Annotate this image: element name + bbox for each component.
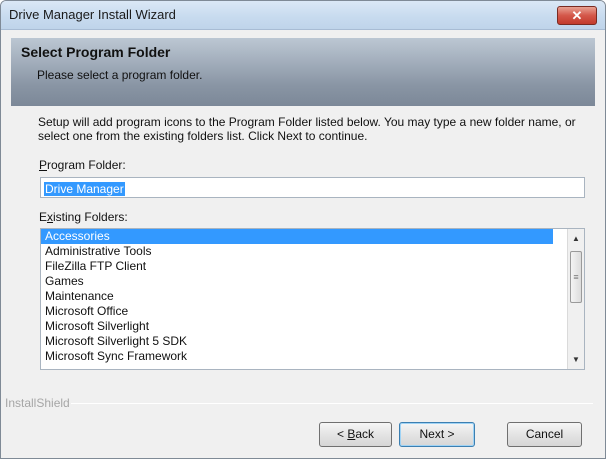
back-button[interactable]: < Back bbox=[319, 422, 392, 447]
existing-folders-label: Existing Folders: bbox=[39, 210, 128, 224]
list-item-administrative-tools[interactable]: Administrative Tools bbox=[41, 244, 553, 259]
installer-window: Drive Manager Install Wizard ✕ Select Pr… bbox=[0, 0, 606, 459]
wizard-header-banner: Select Program Folder Please select a pr… bbox=[11, 38, 595, 106]
instructions-text: Setup will add program icons to the Prog… bbox=[38, 115, 576, 143]
installshield-brand-line: InstallShield bbox=[1, 396, 605, 410]
list-item-microsoft-silverlight-5-sdk[interactable]: Microsoft Silverlight 5 SDK bbox=[41, 334, 553, 349]
close-icon: ✕ bbox=[571, 8, 583, 23]
scroll-thumb[interactable]: ≡ bbox=[570, 251, 582, 303]
list-item-microsoft-office[interactable]: Microsoft Office bbox=[41, 304, 553, 319]
existing-folders-label-prefix: E bbox=[39, 210, 48, 224]
list-item-games[interactable]: Games bbox=[41, 274, 553, 289]
existing-folders-label-text: isting Folders: bbox=[53, 210, 128, 224]
list-item-maintenance[interactable]: Maintenance bbox=[41, 289, 553, 304]
page-subtitle: Please select a program folder. bbox=[37, 68, 203, 82]
title-bar[interactable]: Drive Manager Install Wizard ✕ bbox=[1, 1, 605, 30]
existing-folders-list[interactable]: Accessories Administrative Tools FileZil… bbox=[40, 228, 585, 370]
back-button-prefix: < bbox=[336, 427, 348, 441]
list-item-filezilla-ftp-client[interactable]: FileZilla FTP Client bbox=[41, 259, 553, 274]
program-folder-label-accelerator: P bbox=[39, 158, 48, 172]
installshield-brand: InstallShield bbox=[5, 396, 70, 410]
program-folder-label: Program Folder: bbox=[39, 158, 126, 172]
list-item-accessories[interactable]: Accessories bbox=[41, 229, 553, 244]
next-button[interactable]: Next > bbox=[399, 422, 475, 447]
page-title: Select Program Folder bbox=[21, 44, 171, 60]
cancel-button[interactable]: Cancel bbox=[507, 422, 582, 447]
scroll-down-arrow-icon[interactable]: ▼ bbox=[568, 351, 584, 368]
list-scrollbar[interactable]: ▲ ≡ ▼ bbox=[567, 229, 584, 369]
back-button-text: ack bbox=[355, 427, 375, 441]
program-folder-input[interactable]: Drive Manager bbox=[40, 177, 585, 198]
scroll-up-arrow-icon[interactable]: ▲ bbox=[568, 230, 584, 247]
program-folder-label-text: rogram Folder: bbox=[47, 158, 126, 172]
program-folder-value[interactable]: Drive Manager bbox=[44, 182, 125, 196]
list-item-microsoft-sync-framework[interactable]: Microsoft Sync Framework bbox=[41, 349, 553, 364]
window-title: Drive Manager Install Wizard bbox=[9, 7, 176, 22]
list-item-microsoft-silverlight[interactable]: Microsoft Silverlight bbox=[41, 319, 553, 334]
close-button[interactable]: ✕ bbox=[557, 6, 597, 25]
divider bbox=[71, 403, 593, 404]
